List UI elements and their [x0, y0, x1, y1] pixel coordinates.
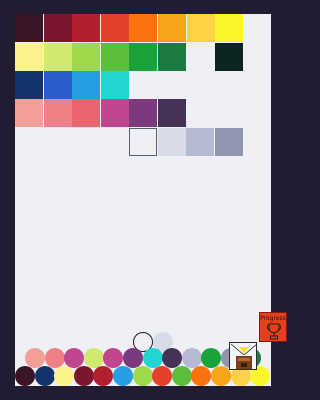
- progress-label: Progress: [260, 315, 286, 322]
- color-swatch[interactable]: [186, 14, 215, 42]
- color-swatch[interactable]: [43, 43, 72, 71]
- color-ball[interactable]: [64, 348, 85, 368]
- color-swatch[interactable]: [72, 71, 101, 99]
- color-swatch[interactable]: [43, 99, 72, 127]
- color-ball[interactable]: [201, 348, 222, 368]
- color-ball[interactable]: [25, 348, 45, 368]
- color-swatch[interactable]: [72, 99, 101, 127]
- color-ball[interactable]: [83, 348, 104, 368]
- color-swatch[interactable]: [158, 43, 186, 71]
- color-swatch[interactable]: [157, 128, 186, 156]
- color-swatch[interactable]: [129, 14, 158, 42]
- color-ball[interactable]: [93, 366, 114, 386]
- color-swatch[interactable]: [129, 43, 158, 71]
- color-swatch[interactable]: [43, 14, 72, 42]
- color-swatch[interactable]: [43, 71, 72, 99]
- color-ball[interactable]: [152, 366, 173, 386]
- color-ball[interactable]: [181, 348, 202, 368]
- color-swatch[interactable]: [100, 14, 129, 42]
- color-mixer-machine-icon: [230, 343, 258, 369]
- color-swatch[interactable]: [100, 43, 129, 71]
- color-ball[interactable]: [103, 348, 124, 368]
- color-swatch[interactable]: [15, 71, 43, 99]
- color-swatch[interactable]: [100, 71, 129, 99]
- color-ball[interactable]: [44, 348, 65, 368]
- color-ball[interactable]: [171, 366, 192, 386]
- color-ball[interactable]: [15, 366, 35, 386]
- empty-swatch-slot: [187, 43, 215, 71]
- color-swatch[interactable]: [158, 14, 186, 42]
- mixer-machine[interactable]: [229, 342, 258, 370]
- empty-swatch-slot[interactable]: [129, 128, 157, 156]
- trophy-icon: [267, 323, 281, 340]
- color-swatch[interactable]: [186, 128, 215, 156]
- color-swatch[interactable]: [15, 99, 43, 127]
- progress-button[interactable]: Progress: [259, 312, 287, 342]
- color-swatch[interactable]: [215, 14, 244, 42]
- color-ball[interactable]: [54, 366, 75, 386]
- color-swatch[interactable]: [215, 43, 244, 71]
- color-swatch[interactable]: [72, 43, 101, 71]
- color-ball[interactable]: [211, 366, 231, 386]
- color-swatch[interactable]: [100, 99, 129, 127]
- color-ball[interactable]: [123, 348, 143, 368]
- color-swatch[interactable]: [72, 14, 101, 42]
- color-swatch[interactable]: [214, 128, 243, 156]
- color-ball[interactable]: [142, 348, 163, 368]
- color-ball[interactable]: [34, 366, 55, 386]
- color-swatch[interactable]: [158, 99, 186, 127]
- color-ball[interactable]: [191, 366, 212, 386]
- color-ball[interactable]: [132, 366, 153, 386]
- color-swatch[interactable]: [129, 99, 158, 127]
- color-ball[interactable]: [162, 348, 183, 368]
- color-swatch[interactable]: [15, 43, 43, 71]
- color-ball[interactable]: [73, 366, 94, 386]
- color-ball[interactable]: [113, 366, 133, 386]
- color-swatch[interactable]: [15, 14, 43, 42]
- game-board: Progress: [15, 14, 287, 386]
